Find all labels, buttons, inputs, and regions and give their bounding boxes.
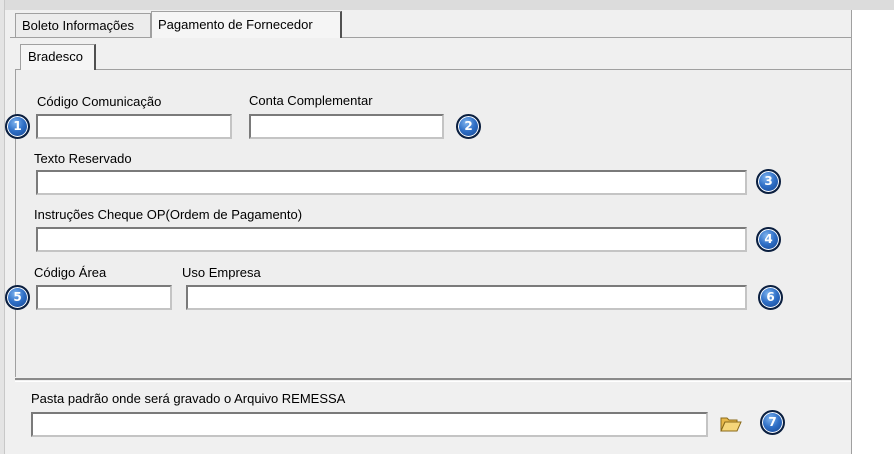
marker-2-icon: 2 (456, 114, 481, 139)
tab-boleto-informacoes[interactable]: Boleto Informações (15, 13, 151, 37)
marker-1-icon: 1 (5, 114, 30, 139)
tab-bradesco[interactable]: Bradesco (20, 44, 96, 70)
tab-strip-line (10, 37, 851, 38)
marker-5-icon: 5 (5, 285, 30, 310)
conta-complementar-field[interactable] (249, 114, 444, 139)
form-window: Boleto Informações Pagamento de Forneced… (0, 0, 894, 454)
codigo-area-field[interactable] (36, 285, 172, 310)
texto-reservado-label: Texto Reservado (34, 151, 132, 166)
marker-4-icon: 4 (756, 227, 781, 252)
window-left-edge (0, 0, 5, 454)
browse-folder-button[interactable] (719, 413, 743, 435)
marker-7-icon: 7 (760, 410, 785, 435)
window-right-edge (851, 10, 894, 454)
panel-divider (15, 378, 851, 380)
codigo-comunicacao-field[interactable] (36, 114, 232, 139)
instrucoes-cheque-field[interactable] (36, 227, 747, 252)
uso-empresa-field[interactable] (186, 285, 747, 310)
conta-complementar-label: Conta Complementar (249, 93, 373, 108)
pasta-remessa-field[interactable] (31, 412, 708, 437)
marker-3-icon: 3 (756, 169, 781, 194)
pasta-remessa-label: Pasta padrão onde será gravado o Arquivo… (31, 391, 346, 406)
codigo-area-label: Código Área (34, 265, 107, 280)
folder-open-icon (720, 417, 742, 432)
texto-reservado-field[interactable] (36, 170, 747, 195)
instrucoes-cheque-label: Instruções Cheque OP(Ordem de Pagamento) (34, 207, 303, 222)
uso-empresa-label: Uso Empresa (182, 265, 261, 280)
marker-6-icon: 6 (758, 285, 783, 310)
codigo-comunicacao-label: Código Comunicação (37, 94, 162, 109)
tab-pagamento-de-fornecedor[interactable]: Pagamento de Fornecedor (151, 11, 342, 38)
window-top-strip (0, 0, 894, 10)
